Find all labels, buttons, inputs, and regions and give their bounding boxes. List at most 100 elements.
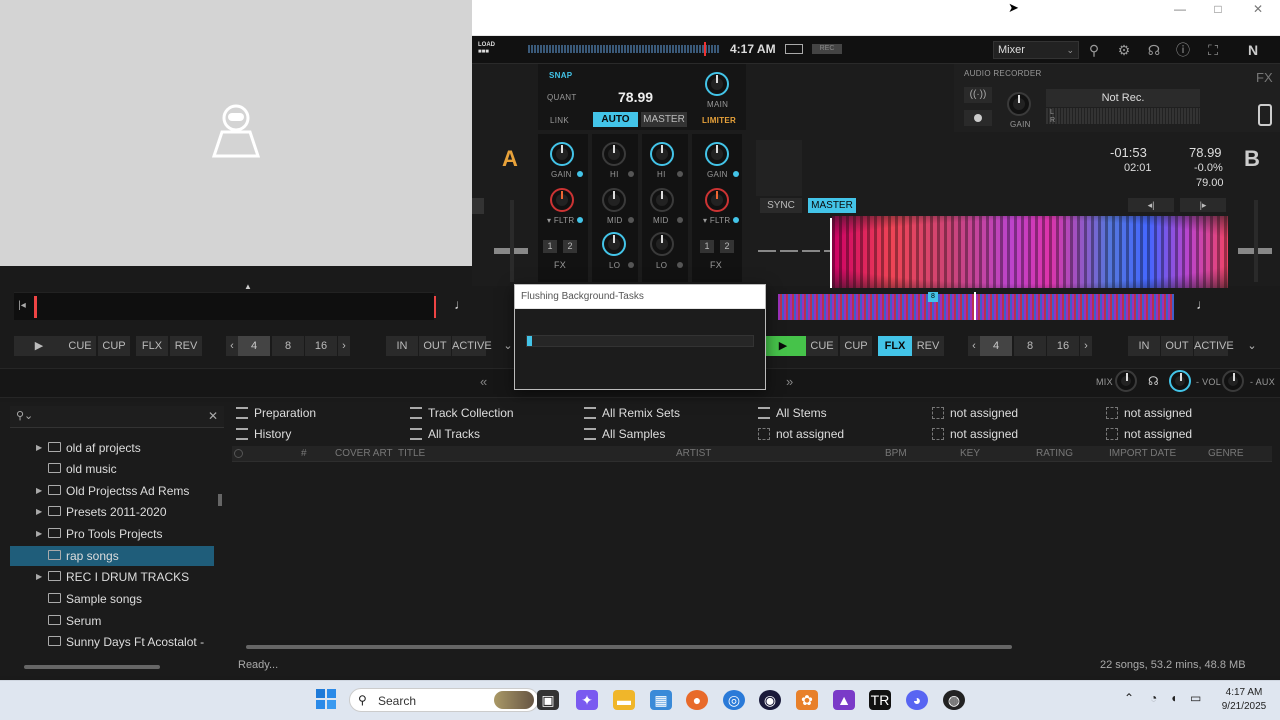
fx-assign-1-b[interactable]: 1: [700, 240, 714, 253]
deck-b-rev-button[interactable]: REV: [912, 336, 944, 356]
wifi-icon[interactable]: ◔: [1150, 691, 1157, 705]
close-button[interactable]: ✕: [1238, 0, 1278, 20]
deck-b-note-icon[interactable]: ♩: [1196, 296, 1210, 314]
quant-button[interactable]: QUANT: [547, 93, 577, 102]
deck-a-loop-prev[interactable]: ‹: [226, 336, 238, 356]
deck-b-loop-8[interactable]: 8: [1014, 336, 1046, 356]
deck-a-rev-button[interactable]: REV: [170, 336, 202, 356]
deck-b-cue-button[interactable]: CUE: [806, 336, 838, 356]
info-icon[interactable]: ⓘ: [1174, 41, 1192, 59]
track-list-horizontal-scrollbar[interactable]: [246, 645, 1012, 649]
link-button[interactable]: LINK: [550, 116, 569, 125]
limiter-button[interactable]: LIMITER: [702, 116, 736, 125]
eq-mid-kill-b[interactable]: [677, 217, 683, 223]
eq-lo-knob-a[interactable]: [602, 232, 626, 256]
auto-button[interactable]: AUTO: [593, 112, 638, 127]
column-number[interactable]: #: [301, 448, 307, 460]
browser-search-input[interactable]: ⚲⌄ ✕: [10, 406, 224, 428]
chevron-up-icon[interactable]: ⌃: [1124, 691, 1134, 705]
filter-knob-b[interactable]: [705, 188, 729, 212]
column-title[interactable]: TITLE: [398, 448, 425, 460]
deck-b-loop-active[interactable]: ACTIVE: [1194, 336, 1234, 356]
eq-hi-knob-b[interactable]: [650, 142, 674, 166]
eq-mid-knob-a[interactable]: [602, 188, 626, 212]
recorder-gain-knob[interactable]: [1007, 92, 1031, 116]
headphones-icon[interactable]: ☊: [1145, 41, 1163, 59]
expand-arrow-icon[interactable]: ▶: [36, 438, 42, 458]
deck-b-expand-chevron-icon[interactable]: ⌄: [1244, 336, 1260, 356]
deck-b-master-button[interactable]: MASTER: [808, 198, 856, 213]
main-volume-knob[interactable]: [705, 72, 729, 96]
deck-a-loop-8[interactable]: 8: [272, 336, 304, 356]
app-notification-icon[interactable]: ◍: [943, 690, 965, 710]
start-button[interactable]: [316, 689, 336, 709]
tree-item[interactable]: ▶ Old Projectss Ad Rems: [10, 481, 214, 501]
deck-b-loop-in[interactable]: IN: [1128, 336, 1160, 356]
expand-arrow-icon[interactable]: ▶: [36, 524, 42, 544]
file-explorer-icon[interactable]: ▬: [613, 690, 635, 710]
deck-a-loop-active[interactable]: ACTIVE: [452, 336, 492, 356]
tree-item[interactable]: ▶ REC I DRUM TRACKS: [10, 567, 214, 587]
column-cover-art[interactable]: COVER ART: [335, 448, 393, 460]
deck-a-loop-4[interactable]: 4: [238, 336, 270, 356]
tree-item[interactable]: ▶ Presets 2011-2020: [10, 502, 214, 522]
collapse-right-icon[interactable]: »: [786, 374, 793, 389]
tree-item[interactable]: Sample songs: [10, 589, 214, 609]
tree-horizontal-scrollbar[interactable]: [24, 665, 160, 669]
deck-a-loop-out[interactable]: OUT: [419, 336, 451, 356]
deck-b-beatjump-back[interactable]: ◂|: [1128, 198, 1174, 212]
fl-studio-icon[interactable]: ✿: [796, 690, 818, 710]
gain-knob-a[interactable]: [550, 142, 574, 166]
maximize-button[interactable]: □: [1198, 0, 1238, 20]
deck-b-waveform[interactable]: [832, 216, 1228, 288]
column-genre[interactable]: GENRE: [1208, 448, 1244, 460]
tree-item[interactable]: ▶ old af projects: [10, 438, 214, 458]
column-rating[interactable]: RATING: [1036, 448, 1073, 460]
eq-hi-kill-a[interactable]: [628, 171, 634, 177]
deck-a-overview[interactable]: [14, 292, 434, 320]
filter-knob-a[interactable]: [550, 188, 574, 212]
layout-select[interactable]: Mixer ⌄: [993, 41, 1079, 59]
traktor-icon[interactable]: TR: [869, 690, 891, 710]
cue-volume-knob[interactable]: [1169, 370, 1191, 392]
obs-icon[interactable]: ◉: [759, 690, 781, 710]
eq-lo-knob-b[interactable]: [650, 232, 674, 256]
tree-item[interactable]: old music: [10, 459, 214, 479]
deck-a-loop-in[interactable]: IN: [386, 336, 418, 356]
collapse-left-icon[interactable]: «: [480, 374, 487, 389]
firefox-icon[interactable]: ●: [686, 690, 708, 710]
deck-b-play-button[interactable]: ▶: [760, 336, 806, 356]
deck-b-overview[interactable]: [778, 294, 1174, 320]
deck-b-loop-next[interactable]: ›: [1080, 336, 1092, 356]
deck-b-beatjump-forward[interactable]: |▸: [1180, 198, 1226, 212]
expand-arrow-icon[interactable]: ▶: [36, 567, 42, 587]
discord-icon[interactable]: ◕: [906, 690, 928, 710]
eq-hi-kill-b[interactable]: [677, 171, 683, 177]
deck-a-tempo-handle[interactable]: [472, 198, 484, 214]
record-button[interactable]: [964, 110, 992, 126]
taskbar-search[interactable]: ⚲ Search: [349, 688, 539, 712]
eq-mid-knob-b[interactable]: [650, 188, 674, 212]
volume-icon[interactable]: ◖: [1170, 691, 1177, 705]
ni-logo-icon[interactable]: N: [1244, 41, 1262, 59]
broadcast-icon[interactable]: ((·)): [964, 87, 992, 103]
column-bpm[interactable]: BPM: [885, 448, 907, 460]
master-clock-button[interactable]: MASTER: [641, 112, 687, 127]
deck-layout-icon[interactable]: [1258, 104, 1272, 126]
fx-panel-toggle[interactable]: FX: [1256, 70, 1273, 85]
clear-search-icon[interactable]: ✕: [208, 409, 218, 423]
expand-arrow-icon[interactable]: ▶: [36, 502, 42, 522]
gear-icon[interactable]: ⚙: [1115, 41, 1133, 59]
deck-a-cue-button[interactable]: CUE: [64, 336, 96, 356]
deck-b-cue-marker[interactable]: 8: [928, 292, 938, 302]
deck-b-loop-4[interactable]: 4: [980, 336, 1012, 356]
deck-b-flx-button[interactable]: FLX: [878, 336, 912, 356]
photos-icon[interactable]: ▦: [650, 690, 672, 710]
cue-mix-knob[interactable]: [1115, 370, 1137, 392]
eq-mid-kill-a[interactable]: [628, 217, 634, 223]
deck-b-loop-16[interactable]: 16: [1047, 336, 1079, 356]
battery-icon[interactable]: ▭: [1190, 691, 1201, 705]
eq-lo-kill-a[interactable]: [628, 262, 634, 268]
tree-item[interactable]: rap songs: [10, 546, 214, 566]
deck-b-sync-button[interactable]: SYNC: [760, 198, 802, 213]
